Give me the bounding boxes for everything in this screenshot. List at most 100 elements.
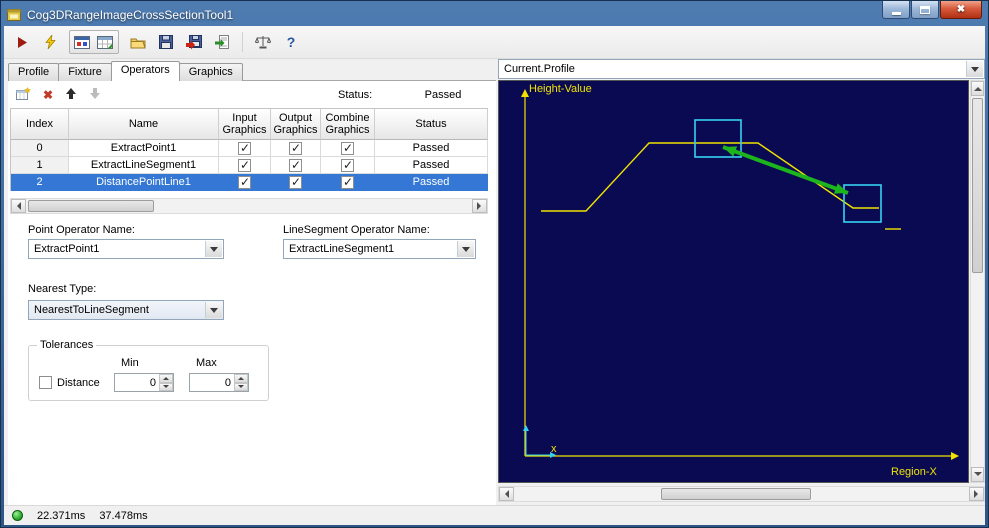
operators-panel: ✖ Status: Passed Index Name Input Graphi… xyxy=(8,80,496,505)
tool-display-icon xyxy=(74,35,90,49)
linesegment-operator-value: ExtractLineSegment1 xyxy=(289,243,395,255)
min-label: Min xyxy=(121,357,139,369)
output-graphics-checkbox[interactable] xyxy=(289,158,302,172)
delete-operator-button[interactable]: ✖ xyxy=(43,88,53,102)
chevron-down-icon[interactable] xyxy=(205,241,222,257)
cell-index: 2 xyxy=(11,174,69,191)
tab-operators[interactable]: Operators xyxy=(110,61,180,81)
min-spinner[interactable]: 0 xyxy=(114,373,174,392)
app-icon xyxy=(7,8,21,21)
tab-strip: Profile Fixture Operators Graphics xyxy=(8,61,243,81)
point-operator-combobox[interactable]: ExtractPoint1 xyxy=(28,239,224,259)
tab-profile[interactable]: Profile xyxy=(8,63,60,81)
input-graphics-checkbox[interactable] xyxy=(238,141,251,155)
scroll-right-button[interactable] xyxy=(472,199,487,213)
chevron-down-icon[interactable] xyxy=(966,61,983,77)
combine-graphics-checkbox[interactable] xyxy=(341,175,354,189)
client-area: ? Profile Fixture Operators Graphics ✖ S… xyxy=(4,26,985,525)
status-bar: 22.371ms 37.478ms xyxy=(4,505,985,525)
maximize-icon xyxy=(920,5,930,14)
profile-source-combobox[interactable]: Current.Profile xyxy=(498,59,985,79)
linesegment-operator-combobox[interactable]: ExtractLineSegment1 xyxy=(283,239,476,259)
nearest-type-combobox[interactable]: NearestToLineSegment xyxy=(28,300,224,320)
cell-index: 0 xyxy=(11,140,69,157)
tool-grid-button[interactable] xyxy=(94,31,117,53)
table-row[interactable]: 2 DistancePointLine1 Passed xyxy=(11,174,488,191)
minimize-button[interactable] xyxy=(882,1,910,19)
spin-up-button[interactable] xyxy=(159,374,173,383)
output-graphics-checkbox[interactable] xyxy=(289,175,302,189)
maximize-button[interactable] xyxy=(911,1,939,19)
import-button[interactable] xyxy=(210,30,234,54)
scroll-right-button[interactable] xyxy=(969,487,984,501)
max-label: Max xyxy=(196,357,217,369)
move-down-button[interactable] xyxy=(89,87,101,103)
performance-button[interactable] xyxy=(251,30,275,54)
combine-graphics-checkbox[interactable] xyxy=(341,158,354,172)
input-graphics-checkbox[interactable] xyxy=(238,175,251,189)
linesegment-operator-label: LineSegment Operator Name: xyxy=(283,224,430,236)
save-button[interactable] xyxy=(154,30,178,54)
spin-down-button[interactable] xyxy=(159,382,173,391)
scrollbar-thumb[interactable] xyxy=(972,98,983,273)
minimize-icon xyxy=(891,12,901,15)
status-label: Status: xyxy=(338,89,373,101)
table-row[interactable]: 1 ExtractLineSegment1 Passed xyxy=(11,157,488,174)
column-header-index[interactable]: Index xyxy=(11,109,69,140)
title-bar: Cog3DRangeImageCrossSectionTool1 ✖ xyxy=(4,1,985,26)
scrollbar-thumb[interactable] xyxy=(28,200,154,212)
max-value: 0 xyxy=(224,377,231,389)
cell-name: ExtractLineSegment1 xyxy=(69,157,219,174)
distance-checkbox[interactable] xyxy=(39,376,52,389)
column-header-combine-graphics[interactable]: Combine Graphics xyxy=(321,109,375,140)
cell-name: DistancePointLine1 xyxy=(69,174,219,191)
table-horizontal-scrollbar[interactable] xyxy=(10,198,488,214)
operators-grid-toolbar: ✖ Status: Passed xyxy=(8,84,496,106)
profile-plot-canvas[interactable] xyxy=(499,81,968,482)
window-title: Cog3DRangeImageCrossSectionTool1 xyxy=(27,7,234,22)
help-button[interactable]: ? xyxy=(279,30,303,54)
column-header-output-graphics[interactable]: Output Graphics xyxy=(271,109,321,140)
scroll-up-button[interactable] xyxy=(971,81,984,96)
tab-fixture[interactable]: Fixture xyxy=(58,63,112,81)
plot-vertical-scrollbar[interactable] xyxy=(970,80,985,483)
input-graphics-checkbox[interactable] xyxy=(238,158,251,172)
spin-down-button[interactable] xyxy=(234,382,248,391)
scroll-right-icon xyxy=(477,202,485,210)
tool-grid-icon xyxy=(97,35,113,49)
move-down-icon xyxy=(90,88,101,99)
table-header: Index Name Input Graphics Output Graphic… xyxy=(11,109,488,140)
move-up-button[interactable] xyxy=(65,87,77,103)
column-header-input-graphics[interactable]: Input Graphics xyxy=(219,109,271,140)
add-operator-button[interactable] xyxy=(16,87,31,103)
move-up-icon xyxy=(66,88,77,99)
scroll-down-icon xyxy=(973,472,982,480)
close-button[interactable]: ✖ xyxy=(940,1,982,19)
tab-graphics[interactable]: Graphics xyxy=(178,63,243,81)
combine-graphics-checkbox[interactable] xyxy=(341,141,354,155)
max-spinner[interactable]: 0 xyxy=(189,373,249,392)
live-run-button[interactable] xyxy=(38,30,62,54)
distance-label: Distance xyxy=(57,377,100,389)
nearest-type-label: Nearest Type: xyxy=(28,283,97,295)
save-as-icon xyxy=(186,34,202,49)
chevron-down-icon[interactable] xyxy=(457,241,474,257)
output-graphics-checkbox[interactable] xyxy=(289,141,302,155)
column-header-name[interactable]: Name xyxy=(69,109,219,140)
tool-display-button[interactable] xyxy=(71,31,94,53)
save-as-button[interactable] xyxy=(182,30,206,54)
profile-plot[interactable]: Height-Value Region-X x xyxy=(498,80,969,483)
scroll-left-button[interactable] xyxy=(499,487,514,501)
chevron-down-icon[interactable] xyxy=(205,302,222,318)
spin-up-button[interactable] xyxy=(234,374,248,383)
plot-horizontal-scrollbar[interactable] xyxy=(498,486,985,502)
scroll-left-icon xyxy=(13,202,21,210)
scroll-down-button[interactable] xyxy=(971,467,984,482)
table-row[interactable]: 0 ExtractPoint1 Passed xyxy=(11,140,488,157)
open-file-button[interactable] xyxy=(126,30,150,54)
scroll-left-button[interactable] xyxy=(11,199,26,213)
run-button[interactable] xyxy=(10,30,34,54)
tolerances-title: Tolerances xyxy=(37,339,97,351)
scrollbar-thumb[interactable] xyxy=(661,488,811,500)
column-header-status[interactable]: Status xyxy=(375,109,488,140)
